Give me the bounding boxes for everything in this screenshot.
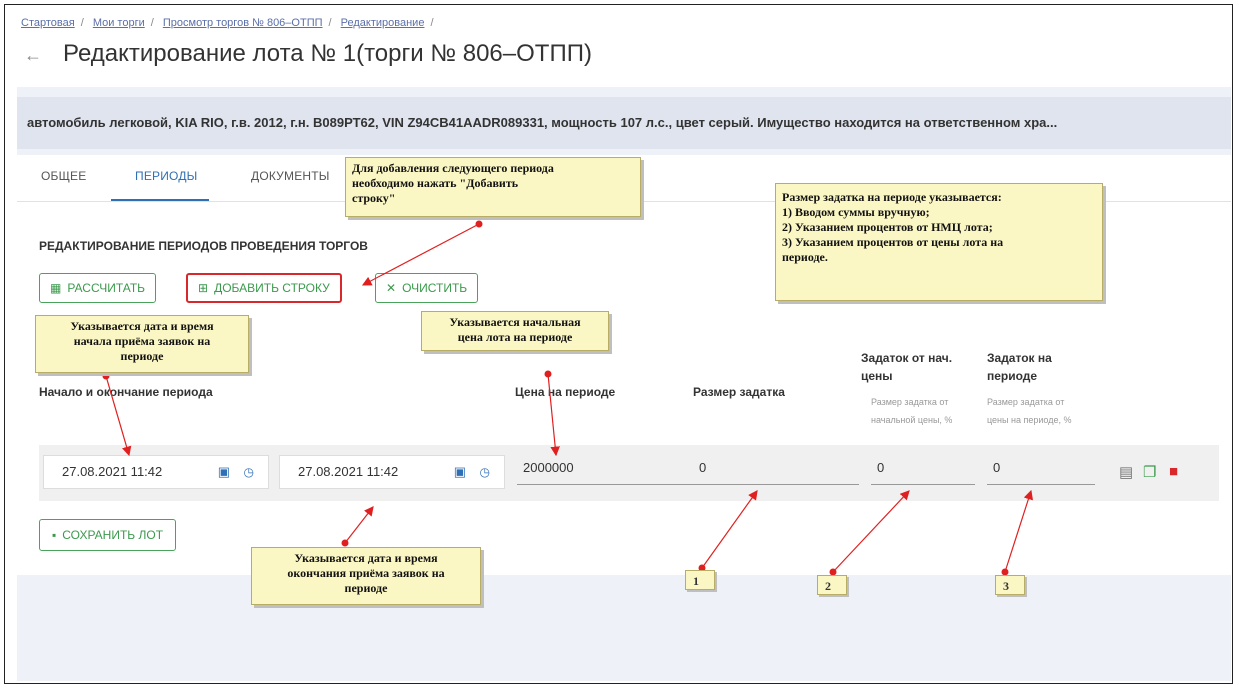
clock-icon[interactable]: ◷ xyxy=(244,456,254,488)
calculate-label: РАССЧИТАТЬ xyxy=(67,281,146,295)
note-deposit-line: 3) Указанием процентов от цены лота на xyxy=(782,235,1004,249)
clock-icon[interactable]: ◷ xyxy=(480,456,490,488)
note-start-line: периоде xyxy=(120,349,164,363)
screenshot-frame: Стартовая / Мои торги / Просмотр торгов № … xyxy=(4,4,1233,684)
lot-description: автомобиль легковой, KIA RIO, г.в. 2012,… xyxy=(17,97,1231,149)
col-deposit-period-sub-a: Размер задатка от xyxy=(987,397,1065,407)
period-start-value: 27.08.2021 11:42 xyxy=(62,464,163,479)
note-end-line: периоде xyxy=(344,581,388,595)
tab-general[interactable]: ОБЩЕЕ xyxy=(41,169,86,183)
note-deposit-line: Размер задатка на периоде указывается: xyxy=(782,190,1002,204)
calculate-button[interactable]: ▦ РАССЧИТАТЬ xyxy=(39,273,157,303)
breadcrumb-editing[interactable]: Редактирование xyxy=(341,17,425,29)
clear-label: ОЧИСТИТЬ xyxy=(402,281,468,295)
period-end-value: 27.08.2021 11:42 xyxy=(298,464,399,479)
note-price-line: Указывается начальная xyxy=(449,315,581,329)
col-deposit-period-sub-b: цены на периоде, % xyxy=(987,415,1072,425)
col-period-header: Начало и окончание периода xyxy=(39,385,213,399)
note-price: Указывается начальная цена лота на перио… xyxy=(421,311,609,351)
add-row-button[interactable]: ⊞ ДОБАВИТЬ СТРОКУ xyxy=(186,273,342,303)
note-add-row-line: необходимо нажать "Добавить xyxy=(352,176,519,190)
period-start-field[interactable]: 27.08.2021 11:42 ▣ ◷ xyxy=(43,455,269,489)
note-end: Указывается дата и время окончания приём… xyxy=(251,547,481,605)
clear-button[interactable]: ✕ ОЧИСТИТЬ xyxy=(375,273,479,303)
save-icon: ▪ xyxy=(52,528,57,542)
period-end-field[interactable]: 27.08.2021 11:42 ▣ ◷ xyxy=(279,455,505,489)
period-row: 27.08.2021 11:42 ▣ ◷ 27.08.2021 11:42 ▣ … xyxy=(39,445,1219,501)
col-price-header: Цена на периоде xyxy=(515,385,616,399)
arrow-left-icon[interactable]: ← xyxy=(23,45,43,66)
breadcrumb: Стартовая / Мои торги / Просмотр торгов № … xyxy=(21,17,434,29)
col-deposit-start-header-a: Задаток от нач. xyxy=(861,351,953,365)
breadcrumb-my-trades[interactable]: Мои торги xyxy=(93,17,145,29)
breadcrumb-trade-view[interactable]: Просмотр торгов № 806–ОТПП xyxy=(163,17,323,29)
deposit-start-pct-input[interactable]: 0 xyxy=(871,455,975,485)
page-title: Редактирование лота № 1(торги № 806–ОТПП… xyxy=(63,40,592,67)
col-deposit-header: Размер задатка xyxy=(693,385,785,399)
note-add-row: Для добавления следующего периода необхо… xyxy=(345,157,641,217)
col-deposit-start-sub-b: начальной цены, % xyxy=(871,415,953,425)
save-lot-label: СОХРАНИТЬ ЛОТ xyxy=(62,528,164,542)
note-start: Указывается дата и время начала приёма з… xyxy=(35,315,249,373)
calendar-icon[interactable]: ▣ xyxy=(218,456,230,488)
calculator-icon: ▦ xyxy=(50,281,62,295)
marker-1: 1 xyxy=(685,570,715,590)
deposit-period-pct-input[interactable]: 0 xyxy=(987,455,1095,485)
price-input[interactable]: 2000000 xyxy=(517,455,695,485)
col-deposit-period-header-b: периоде xyxy=(987,369,1038,383)
add-row-label: ДОБАВИТЬ СТРОКУ xyxy=(214,281,330,295)
col-deposit-start-header-b: цены xyxy=(861,369,893,383)
deposit-input[interactable]: 0 xyxy=(693,455,859,485)
note-end-line: окончания приёма заявок на xyxy=(287,566,445,580)
note-add-row-line: Для добавления следующего периода xyxy=(352,161,554,175)
add-row-icon: ⊞ xyxy=(198,281,209,295)
tab-periods[interactable]: ПЕРИОДЫ xyxy=(135,169,197,183)
comment-icon[interactable]: ▤ xyxy=(1119,463,1133,481)
trash-icon[interactable]: ■ xyxy=(1169,463,1178,480)
copy-icon[interactable]: ❐ xyxy=(1143,463,1156,481)
calendar-icon[interactable]: ▣ xyxy=(454,456,466,488)
section-title: РЕДАКТИРОВАНИЕ ПЕРИОДОВ ПРОВЕДЕНИЯ ТОРГО… xyxy=(39,239,368,253)
close-icon: ✕ xyxy=(386,281,397,295)
col-deposit-period-header-a: Задаток на xyxy=(987,351,1052,365)
note-start-line: Указывается дата и время xyxy=(70,319,214,333)
breadcrumb-home[interactable]: Стартовая xyxy=(21,17,75,29)
active-tab-indicator xyxy=(111,199,209,201)
note-deposit-line: 1) Вводом суммы вручную; xyxy=(782,205,930,219)
note-deposit-line: периоде. xyxy=(782,250,828,264)
note-deposit-line: 2) Указанием процентов от НМЦ лота; xyxy=(782,220,993,234)
tab-documents[interactable]: ДОКУМЕНТЫ xyxy=(251,169,330,183)
save-lot-button[interactable]: ▪ СОХРАНИТЬ ЛОТ xyxy=(39,519,177,551)
note-start-line: начала приёма заявок на xyxy=(73,334,211,348)
col-deposit-start-sub-a: Размер задатка от xyxy=(871,397,949,407)
note-deposit: Размер задатка на периоде указывается: 1… xyxy=(775,183,1103,301)
note-price-line: цена лота на периоде xyxy=(457,330,573,344)
marker-2: 2 xyxy=(817,575,847,595)
marker-3: 3 xyxy=(995,575,1025,595)
page-header: Стартовая / Мои торги / Просмотр торгов № … xyxy=(17,5,1231,87)
note-end-line: Указывается дата и время xyxy=(294,551,438,565)
note-add-row-line: строку" xyxy=(352,191,396,205)
